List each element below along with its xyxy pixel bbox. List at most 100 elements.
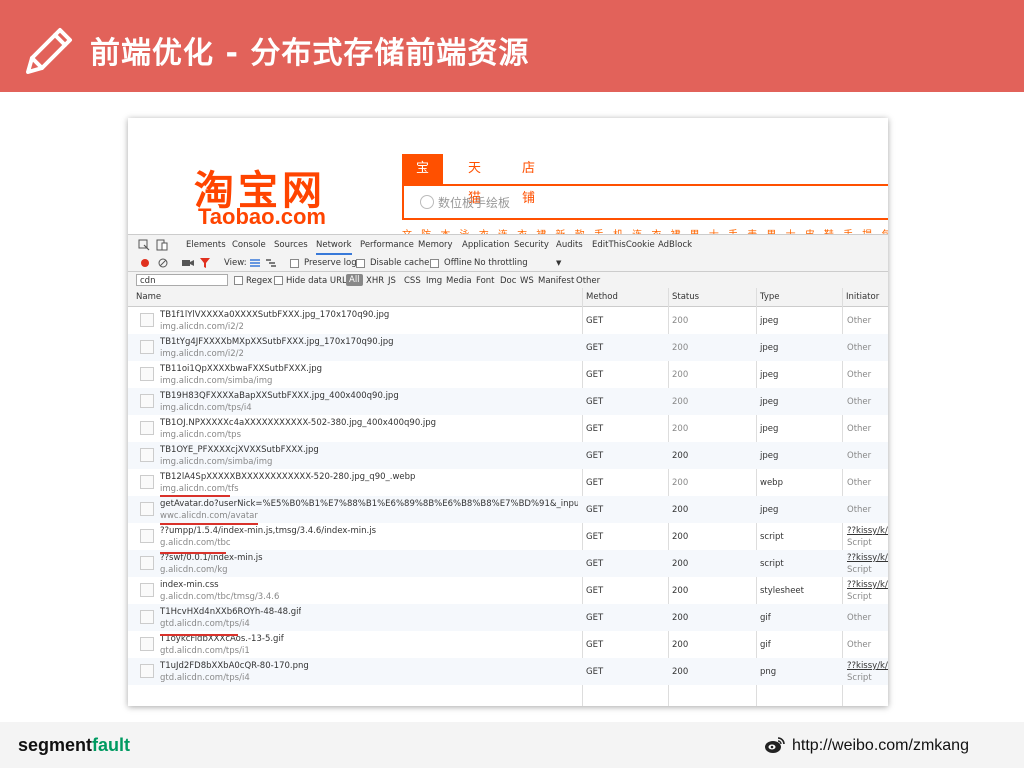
tab-performance[interactable]: Performance [360, 240, 414, 250]
table-row[interactable]: getAvatar.do?userNick=%E5%B0%B1%E7%88%B1… [128, 496, 888, 523]
preserve-log-checkbox[interactable] [290, 259, 299, 268]
search-placeholder: 数位板手绘板 [438, 196, 511, 210]
request-type: jpeg [760, 397, 779, 407]
weibo-url[interactable]: http://weibo.com/zmkang [792, 737, 969, 755]
table-header: Name Method Status Type Initiator [128, 288, 888, 307]
request-initiator-type: Script [847, 538, 872, 548]
filter-img[interactable]: Img [426, 276, 442, 286]
table-row[interactable]: TB11oi1QpXXXXbwaFXXSutbFXXX.jpg img.alicd… [128, 361, 888, 388]
filter-all[interactable]: All [346, 274, 363, 286]
filter-input[interactable]: cdn [136, 274, 228, 286]
tab-editthiscookie[interactable]: EditThisCookie [592, 240, 655, 250]
filter-doc[interactable]: Doc [500, 276, 516, 286]
table-row[interactable]: T1HcvHXd4nXXb6ROYh-48-48.gif gtd.alicdn.c… [128, 604, 888, 631]
resource-thumbnail-icon [140, 502, 154, 516]
chevron-down-icon[interactable]: ▼ [556, 259, 561, 267]
table-row[interactable]: ??umpp/1.5.4/index-min.js,tmsg/3.4.6/ind… [128, 523, 888, 550]
tab-shop[interactable]: 店铺 [508, 154, 549, 206]
filter-media[interactable]: Media [446, 276, 472, 286]
request-status: 200 [672, 343, 689, 353]
request-status: 200 [672, 667, 689, 677]
request-host: img.alicdn.com/tfs [160, 484, 239, 494]
tab-network[interactable]: Network [316, 240, 352, 255]
clear-icon[interactable] [158, 258, 168, 268]
tab-adblock[interactable]: AdBlock [658, 240, 692, 250]
tab-memory[interactable]: Memory [418, 240, 453, 250]
table-row[interactable]: TB1f1lYlVXXXXa0XXXXSutbFXXX.jpg_170x170q… [128, 307, 888, 334]
tab-security[interactable]: Security [514, 240, 549, 250]
request-method: GET [586, 613, 604, 623]
table-row[interactable]: T1oykcFidbXXXcAos.-13-5.gif gtd.alicdn.co… [128, 631, 888, 658]
request-status: 200 [672, 613, 689, 623]
tab-sources[interactable]: Sources [274, 240, 308, 250]
inspect-icon[interactable] [138, 239, 150, 251]
col-name[interactable]: Name [136, 292, 161, 302]
request-initiator: Other [847, 370, 872, 380]
col-type[interactable]: Type [760, 292, 780, 302]
table-row[interactable]: TB12lA4SpXXXXXBXXXXXXXXXXXX-520-280.jpg_… [128, 469, 888, 496]
request-type: script [760, 532, 784, 542]
tab-tmall[interactable]: 天猫 [454, 154, 495, 206]
filter-font[interactable]: Font [476, 276, 495, 286]
taobao-logo-en[interactable]: Taobao.com [198, 204, 326, 230]
request-name: T1HcvHXd4nXXb6ROYh-48-48.gif [160, 607, 302, 617]
request-name: TB19H83QFXXXXaBapXXSutbFXXX.jpg_400x400q… [160, 391, 399, 401]
table-row[interactable]: TB1OJ.NPXXXXXc4aXXXXXXXXXXX-502-380.jpg_… [128, 415, 888, 442]
tab-audits[interactable]: Audits [556, 240, 583, 250]
col-initiator[interactable]: Initiator [846, 292, 879, 302]
preserve-log-label: Preserve log [304, 258, 357, 268]
request-initiator: Other [847, 397, 872, 407]
filter-ws[interactable]: WS [520, 276, 534, 286]
filter-js[interactable]: JS [388, 276, 396, 286]
search-input[interactable]: 数位板手绘板 [402, 184, 888, 220]
request-name: ??swf/0.0.1/index-min.js [160, 553, 263, 563]
waterfall-view-icon[interactable] [266, 258, 276, 268]
request-initiator: Other [847, 451, 872, 461]
table-row[interactable]: T1uJd2FD8bXXbA0cQR-80-170.png gtd.alicdn.… [128, 658, 888, 685]
request-name: T1uJd2FD8bXXbA0cQR-80-170.png [160, 661, 309, 671]
request-initiator-type: Script [847, 592, 872, 602]
request-type: jpeg [760, 316, 779, 326]
disable-cache-checkbox[interactable] [356, 259, 365, 268]
table-row[interactable]: index-min.css g.alicdn.com/tbc/tmsg/3.4.6… [128, 577, 888, 604]
filter-manifest[interactable]: Manifest [538, 276, 574, 286]
filter-icon[interactable] [200, 258, 210, 268]
tab-application[interactable]: Application [462, 240, 510, 250]
resource-thumbnail-icon [140, 610, 154, 624]
request-initiator: Other [847, 613, 872, 623]
col-method[interactable]: Method [586, 292, 618, 302]
request-type: webp [760, 478, 783, 488]
table-row[interactable]: TB19H83QFXXXXaBapXXSutbFXXX.jpg_400x400q… [128, 388, 888, 415]
resource-thumbnail-icon [140, 664, 154, 678]
highlight-underline [160, 634, 238, 636]
request-type: jpeg [760, 343, 779, 353]
camera-icon[interactable] [182, 258, 194, 268]
request-method: GET [586, 559, 604, 569]
filter-other[interactable]: Other [576, 276, 600, 286]
regex-checkbox[interactable] [234, 276, 243, 285]
request-status: 200 [672, 316, 689, 326]
list-view-icon[interactable] [250, 258, 260, 268]
device-toggle-icon[interactable] [156, 239, 168, 251]
request-type: jpeg [760, 370, 779, 380]
throttling-select[interactable]: No throttling [474, 258, 528, 268]
request-type: gif [760, 640, 771, 650]
taobao-header: 淘宝网 Taobao.com 宝贝 天猫 店铺 数位板手绘板 文 防 本 泳 衣… [128, 118, 888, 236]
record-icon[interactable] [140, 258, 150, 268]
request-name: index-min.css [160, 580, 219, 590]
filter-xhr[interactable]: XHR [366, 276, 384, 286]
col-status[interactable]: Status [672, 292, 699, 302]
tab-elements[interactable]: Elements [186, 240, 226, 250]
tab-baobei[interactable]: 宝贝 [402, 154, 444, 206]
table-row[interactable]: ??swf/0.0.1/index-min.js g.alicdn.com/kg G… [128, 550, 888, 577]
resource-thumbnail-icon [140, 583, 154, 597]
tab-console[interactable]: Console [232, 240, 266, 250]
table-row[interactable]: TB1OYE_PFXXXXcjXVXXSutbFXXX.jpg img.alicd… [128, 442, 888, 469]
request-host: img.alicdn.com/simba/img [160, 376, 273, 386]
filter-css[interactable]: CSS [404, 276, 421, 286]
table-row[interactable]: TB1tYg4JFXXXXbMXpXXSutbFXXX.jpg_170x170q… [128, 334, 888, 361]
resource-thumbnail-icon [140, 529, 154, 543]
hide-data-urls-checkbox[interactable] [274, 276, 283, 285]
request-host: gtd.alicdn.com/tps/i4 [160, 619, 250, 629]
offline-checkbox[interactable] [430, 259, 439, 268]
